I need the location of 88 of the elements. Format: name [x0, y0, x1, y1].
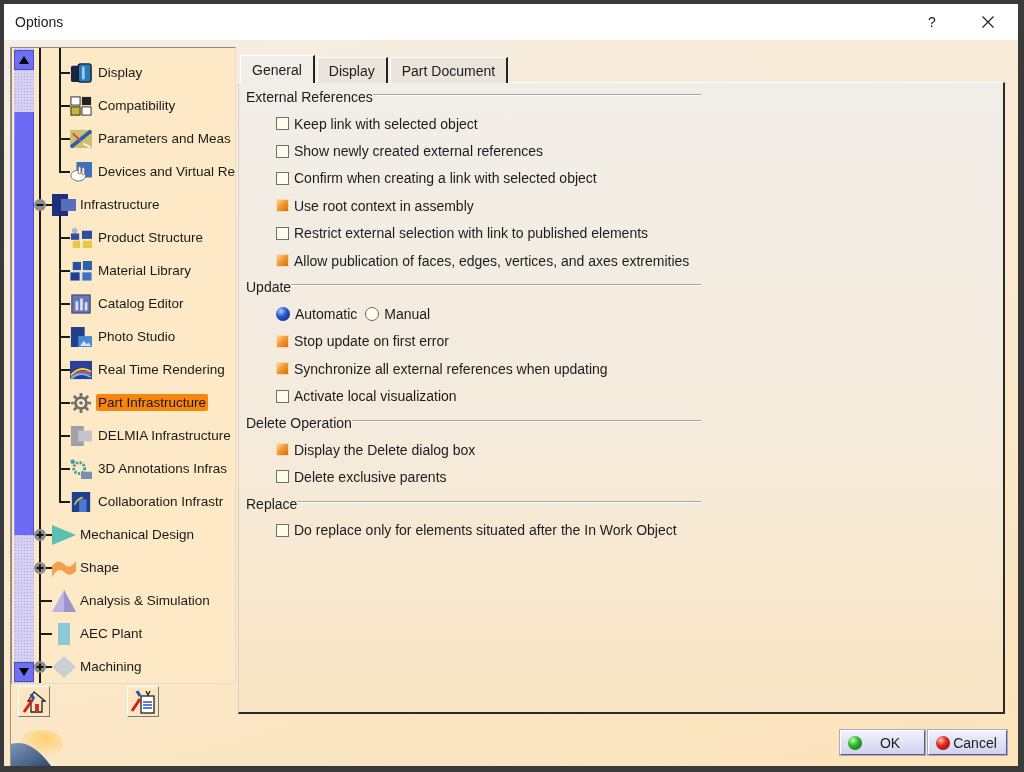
scrollbar[interactable] — [14, 48, 34, 683]
toolbar-button[interactable] — [127, 686, 159, 717]
tree-item[interactable]: Compatibility — [96, 97, 178, 114]
option-label: Confirm when creating a link with selected object — [294, 170, 597, 187]
section-title: Delete Operation — [246, 414, 352, 431]
checkbox[interactable] — [276, 470, 289, 484]
hand-icon — [70, 161, 92, 182]
option-label: Do replace only for elements situated after the In Work Object — [294, 522, 677, 539]
tree-item[interactable]: Machining — [78, 658, 144, 675]
section-title: Replace — [246, 495, 298, 512]
tree-item[interactable]: Mechanical Design — [78, 526, 197, 543]
checkbox[interactable] — [276, 389, 289, 403]
tree-item[interactable]: Analysis & Simulation — [78, 592, 212, 609]
option-label: Manual — [384, 306, 431, 323]
option-label: Stop update on first error — [294, 333, 449, 350]
plus-icon[interactable] — [34, 660, 46, 673]
radio-button[interactable] — [276, 307, 290, 322]
orb-icon — [11, 730, 63, 766]
squares-icon — [70, 95, 92, 116]
ball-icon — [848, 735, 862, 750]
tree-item[interactable]: Display — [96, 64, 145, 81]
option-label: Allow publication of faces, edges, vertices, and axes extremities — [294, 252, 690, 269]
tiles-icon — [70, 260, 92, 281]
option-label: Synchronize all external references when updating — [294, 360, 608, 377]
option-label: Activate local visualization — [294, 388, 457, 405]
tree-item[interactable]: Shape — [78, 559, 122, 576]
document-tool-icon — [131, 689, 155, 714]
toolbar-button[interactable] — [18, 686, 50, 717]
plus-icon[interactable] — [34, 561, 46, 574]
tree-item[interactable]: Photo Studio — [96, 328, 178, 345]
triangle-down-icon — [19, 668, 29, 676]
checkbox[interactable] — [276, 171, 289, 185]
tab[interactable]: Display — [316, 57, 388, 83]
diamond-icon — [52, 655, 76, 678]
pyramid-icon — [52, 589, 76, 612]
help-button[interactable]: ? — [909, 4, 955, 40]
house-tool-icon — [22, 689, 46, 714]
option-label: Restrict external selection with link to published elements — [294, 225, 649, 242]
scroll-up-button[interactable] — [14, 50, 34, 70]
picture-icon — [70, 326, 92, 347]
option-label: Delete exclusive parents — [294, 469, 447, 485]
checkbox[interactable] — [276, 226, 289, 240]
section-title: External References — [246, 89, 373, 105]
tree-item[interactable]: Devices and Virtual Re — [96, 163, 238, 180]
ok-button[interactable]: OK — [840, 730, 925, 755]
option-label: Display the Delete dialog box — [294, 441, 476, 458]
rainbow-icon — [70, 359, 92, 380]
tree-item[interactable]: 3D Annotations Infras — [96, 460, 230, 477]
checkbox[interactable] — [276, 117, 289, 131]
section-title: Update — [246, 279, 292, 296]
ball-icon — [936, 735, 950, 750]
door-icon — [70, 491, 92, 512]
gear-icon — [70, 392, 92, 413]
option-label: Automatic — [295, 306, 358, 323]
tree-item[interactable]: Product Structure — [96, 229, 206, 246]
option-label: Show newly created external references — [294, 143, 544, 160]
cog-icon — [70, 458, 92, 479]
tiles-icon — [70, 227, 92, 248]
blocks-icon — [52, 193, 76, 216]
tab[interactable]: Part Document — [389, 57, 509, 83]
tree-item[interactable]: Collaboration Infrastr — [96, 493, 226, 510]
radio-button[interactable] — [365, 307, 380, 322]
tree-item[interactable]: Real Time Rendering — [96, 361, 227, 378]
cancel-button[interactable]: Cancel — [928, 730, 1007, 755]
columns-icon — [70, 293, 92, 314]
close-icon — [982, 16, 994, 28]
scroll-down-button[interactable] — [14, 662, 34, 682]
option-label: Use root context in assembly — [294, 197, 474, 214]
option-label: Keep link with selected object — [294, 115, 478, 132]
scroll-thumb[interactable] — [14, 112, 34, 535]
tree-item[interactable]: DELMIA Infrastructure — [96, 427, 233, 444]
tab[interactable]: General — [240, 55, 315, 83]
tree-item[interactable]: Parameters and Meas — [96, 130, 233, 147]
plus-icon[interactable] — [34, 528, 46, 541]
ruler-icon — [70, 128, 92, 149]
checkbox[interactable] — [276, 144, 289, 158]
tree-item[interactable]: AEC Plant — [78, 625, 145, 642]
triangle-icon — [52, 523, 76, 546]
blocks-icon — [70, 425, 92, 446]
triangle-up-icon — [19, 56, 29, 64]
tree-item[interactable]: Material Library — [96, 262, 194, 279]
panels-icon — [70, 62, 92, 83]
tree-item[interactable]: Catalog Editor — [96, 295, 186, 312]
tree-item[interactable]: Infrastructure — [78, 196, 162, 213]
minus-icon[interactable] — [34, 198, 46, 211]
checkbox[interactable] — [276, 523, 289, 537]
window-title: Options — [15, 14, 65, 30]
tree-item[interactable]: Part Infrastructure — [96, 394, 209, 411]
